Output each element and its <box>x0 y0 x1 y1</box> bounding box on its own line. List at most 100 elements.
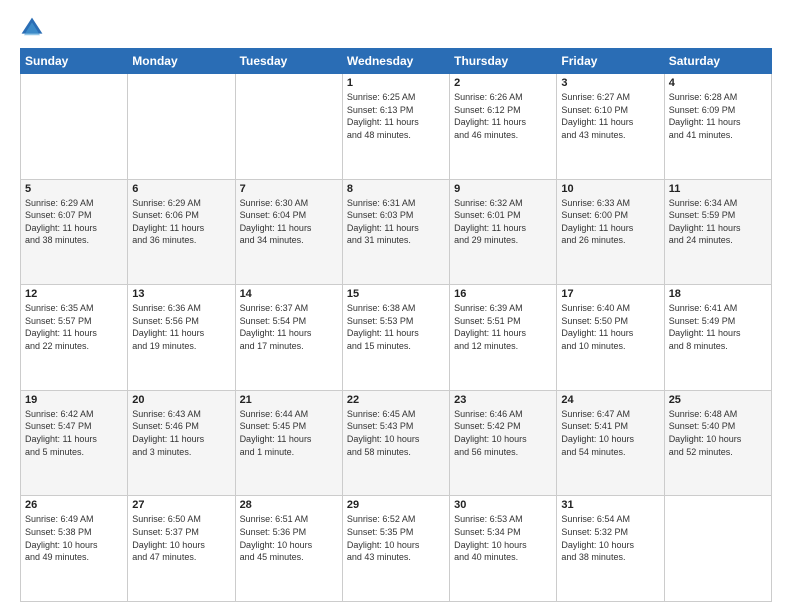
day-cell: 3 Sunrise: 6:27 AM Sunset: 6:10 PM Daylig… <box>557 74 664 180</box>
day-info: Sunrise: 6:40 AM Sunset: 5:50 PM Dayligh… <box>561 302 659 352</box>
header-cell-saturday: Saturday <box>664 49 771 74</box>
header-cell-thursday: Thursday <box>450 49 557 74</box>
day-info: Sunrise: 6:51 AM Sunset: 5:36 PM Dayligh… <box>240 513 338 563</box>
day-number: 10 <box>561 183 659 195</box>
day-info: Sunrise: 6:32 AM Sunset: 6:01 PM Dayligh… <box>454 197 552 247</box>
day-cell: 13 Sunrise: 6:36 AM Sunset: 5:56 PM Dayli… <box>128 285 235 391</box>
day-cell: 12 Sunrise: 6:35 AM Sunset: 5:57 PM Dayli… <box>21 285 128 391</box>
day-cell: 2Sunrise: 6:26 AM Sunset: 6:12 PM Daylig… <box>450 74 557 180</box>
day-number: 8 <box>347 183 445 195</box>
day-info: Sunrise: 6:43 AM Sunset: 5:46 PM Dayligh… <box>132 408 230 458</box>
day-cell: 8 Sunrise: 6:31 AM Sunset: 6:03 PM Daylig… <box>342 179 449 285</box>
day-info: Sunrise: 6:30 AM Sunset: 6:04 PM Dayligh… <box>240 197 338 247</box>
day-number: 20 <box>132 394 230 406</box>
day-cell: 21 Sunrise: 6:44 AM Sunset: 5:45 PM Dayli… <box>235 390 342 496</box>
day-info: Sunrise: 6:27 AM Sunset: 6:10 PM Dayligh… <box>561 91 659 141</box>
page: SundayMondayTuesdayWednesdayThursdayFrid… <box>0 0 792 612</box>
day-info: Sunrise: 6:42 AM Sunset: 5:47 PM Dayligh… <box>25 408 123 458</box>
day-number: 21 <box>240 394 338 406</box>
day-number: 26 <box>25 499 123 511</box>
day-number: 13 <box>132 288 230 300</box>
day-number: 29 <box>347 499 445 511</box>
day-info: Sunrise: 6:50 AM Sunset: 5:37 PM Dayligh… <box>132 513 230 563</box>
day-cell: 22 Sunrise: 6:45 AM Sunset: 5:43 PM Dayli… <box>342 390 449 496</box>
week-row-0: 1Sunrise: 6:25 AM Sunset: 6:13 PM Daylig… <box>21 74 772 180</box>
day-cell: 31 Sunrise: 6:54 AM Sunset: 5:32 PM Dayli… <box>557 496 664 602</box>
day-info: Sunrise: 6:38 AM Sunset: 5:53 PM Dayligh… <box>347 302 445 352</box>
week-row-4: 26 Sunrise: 6:49 AM Sunset: 5:38 PM Dayli… <box>21 496 772 602</box>
day-number: 23 <box>454 394 552 406</box>
day-info: Sunrise: 6:54 AM Sunset: 5:32 PM Dayligh… <box>561 513 659 563</box>
day-cell <box>21 74 128 180</box>
day-number: 17 <box>561 288 659 300</box>
week-row-3: 19 Sunrise: 6:42 AM Sunset: 5:47 PM Dayli… <box>21 390 772 496</box>
day-number: 2 <box>454 77 552 89</box>
day-number: 5 <box>25 183 123 195</box>
day-info: Sunrise: 6:25 AM Sunset: 6:13 PM Dayligh… <box>347 91 445 141</box>
day-cell: 9 Sunrise: 6:32 AM Sunset: 6:01 PM Daylig… <box>450 179 557 285</box>
day-cell: 10 Sunrise: 6:33 AM Sunset: 6:00 PM Dayli… <box>557 179 664 285</box>
day-info: Sunrise: 6:37 AM Sunset: 5:54 PM Dayligh… <box>240 302 338 352</box>
day-number: 27 <box>132 499 230 511</box>
day-number: 3 <box>561 77 659 89</box>
day-info: Sunrise: 6:52 AM Sunset: 5:35 PM Dayligh… <box>347 513 445 563</box>
day-number: 28 <box>240 499 338 511</box>
day-number: 18 <box>669 288 767 300</box>
day-number: 14 <box>240 288 338 300</box>
day-cell <box>235 74 342 180</box>
header-row: SundayMondayTuesdayWednesdayThursdayFrid… <box>21 49 772 74</box>
day-cell: 4Sunrise: 6:28 AM Sunset: 6:09 PM Daylig… <box>664 74 771 180</box>
day-number: 6 <box>132 183 230 195</box>
day-info: Sunrise: 6:29 AM Sunset: 6:06 PM Dayligh… <box>132 197 230 247</box>
day-info: Sunrise: 6:33 AM Sunset: 6:00 PM Dayligh… <box>561 197 659 247</box>
header-cell-wednesday: Wednesday <box>342 49 449 74</box>
logo <box>20 16 48 40</box>
day-info: Sunrise: 6:29 AM Sunset: 6:07 PM Dayligh… <box>25 197 123 247</box>
day-number: 22 <box>347 394 445 406</box>
day-info: Sunrise: 6:39 AM Sunset: 5:51 PM Dayligh… <box>454 302 552 352</box>
day-cell: 6 Sunrise: 6:29 AM Sunset: 6:06 PM Daylig… <box>128 179 235 285</box>
day-cell: 11Sunrise: 6:34 AM Sunset: 5:59 PM Dayli… <box>664 179 771 285</box>
day-number: 4 <box>669 77 767 89</box>
day-info: Sunrise: 6:41 AM Sunset: 5:49 PM Dayligh… <box>669 302 767 352</box>
header-cell-monday: Monday <box>128 49 235 74</box>
day-info: Sunrise: 6:31 AM Sunset: 6:03 PM Dayligh… <box>347 197 445 247</box>
day-info: Sunrise: 6:53 AM Sunset: 5:34 PM Dayligh… <box>454 513 552 563</box>
header-cell-sunday: Sunday <box>21 49 128 74</box>
day-number: 25 <box>669 394 767 406</box>
day-info: Sunrise: 6:36 AM Sunset: 5:56 PM Dayligh… <box>132 302 230 352</box>
week-row-2: 12 Sunrise: 6:35 AM Sunset: 5:57 PM Dayli… <box>21 285 772 391</box>
day-cell: 30 Sunrise: 6:53 AM Sunset: 5:34 PM Dayli… <box>450 496 557 602</box>
day-cell: 29 Sunrise: 6:52 AM Sunset: 5:35 PM Dayli… <box>342 496 449 602</box>
day-cell: 16Sunrise: 6:39 AM Sunset: 5:51 PM Dayli… <box>450 285 557 391</box>
day-number: 24 <box>561 394 659 406</box>
header-cell-friday: Friday <box>557 49 664 74</box>
day-number: 15 <box>347 288 445 300</box>
day-cell: 20 Sunrise: 6:43 AM Sunset: 5:46 PM Dayli… <box>128 390 235 496</box>
day-number: 9 <box>454 183 552 195</box>
day-number: 19 <box>25 394 123 406</box>
day-cell: 27 Sunrise: 6:50 AM Sunset: 5:37 PM Dayli… <box>128 496 235 602</box>
day-cell: 26 Sunrise: 6:49 AM Sunset: 5:38 PM Dayli… <box>21 496 128 602</box>
day-cell: 17 Sunrise: 6:40 AM Sunset: 5:50 PM Dayli… <box>557 285 664 391</box>
day-info: Sunrise: 6:49 AM Sunset: 5:38 PM Dayligh… <box>25 513 123 563</box>
day-number: 30 <box>454 499 552 511</box>
day-info: Sunrise: 6:44 AM Sunset: 5:45 PM Dayligh… <box>240 408 338 458</box>
day-number: 12 <box>25 288 123 300</box>
week-row-1: 5 Sunrise: 6:29 AM Sunset: 6:07 PM Daylig… <box>21 179 772 285</box>
day-info: Sunrise: 6:35 AM Sunset: 5:57 PM Dayligh… <box>25 302 123 352</box>
day-cell <box>128 74 235 180</box>
day-number: 31 <box>561 499 659 511</box>
day-number: 7 <box>240 183 338 195</box>
day-number: 11 <box>669 183 767 195</box>
day-info: Sunrise: 6:47 AM Sunset: 5:41 PM Dayligh… <box>561 408 659 458</box>
header-cell-tuesday: Tuesday <box>235 49 342 74</box>
day-cell: 15 Sunrise: 6:38 AM Sunset: 5:53 PM Dayli… <box>342 285 449 391</box>
day-cell: 7 Sunrise: 6:30 AM Sunset: 6:04 PM Daylig… <box>235 179 342 285</box>
day-info: Sunrise: 6:45 AM Sunset: 5:43 PM Dayligh… <box>347 408 445 458</box>
day-cell: 19 Sunrise: 6:42 AM Sunset: 5:47 PM Dayli… <box>21 390 128 496</box>
day-info: Sunrise: 6:46 AM Sunset: 5:42 PM Dayligh… <box>454 408 552 458</box>
day-cell: 25Sunrise: 6:48 AM Sunset: 5:40 PM Dayli… <box>664 390 771 496</box>
day-cell: 23 Sunrise: 6:46 AM Sunset: 5:42 PM Dayli… <box>450 390 557 496</box>
calendar-body: 1Sunrise: 6:25 AM Sunset: 6:13 PM Daylig… <box>21 74 772 602</box>
